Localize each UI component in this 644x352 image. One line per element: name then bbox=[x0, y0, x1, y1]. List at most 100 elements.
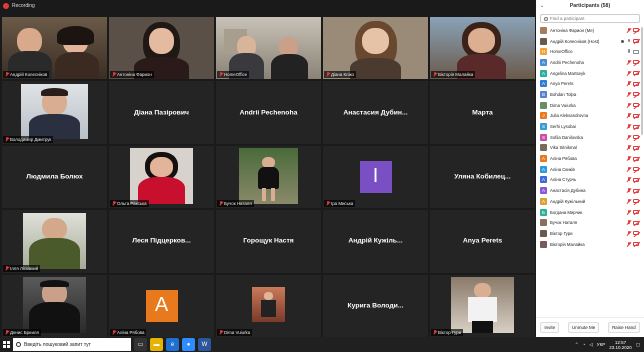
participant-row[interactable]: Андрій Колесніков (Host) bbox=[536, 36, 640, 47]
participant-avatar bbox=[540, 229, 547, 237]
participant-tile[interactable]: Вікторія Малайка bbox=[430, 17, 535, 80]
participant-row[interactable]: А Аліна Рябова bbox=[536, 153, 640, 164]
microphone-muted-icon bbox=[626, 198, 631, 204]
participant-row[interactable]: S Sofiia Danilovska bbox=[536, 132, 640, 143]
notifications-icon[interactable]: ▢ bbox=[636, 342, 640, 348]
microphone-muted-icon bbox=[626, 91, 631, 97]
raise-hand-button[interactable]: Raise Hand bbox=[608, 322, 640, 333]
mic-muted-icon bbox=[326, 201, 330, 206]
participant-row[interactable]: A Andrii Pechenoha bbox=[536, 57, 640, 68]
participant-row[interactable]: A Anya Perets bbox=[536, 78, 640, 89]
language-indicator[interactable]: УКР bbox=[597, 342, 605, 347]
participant-video bbox=[2, 81, 107, 143]
participant-row[interactable]: А Аліна Скиків bbox=[536, 164, 640, 175]
participant-tile[interactable]: Курига Володи... bbox=[323, 274, 428, 337]
participant-tile[interactable]: Dima Vuiurka bbox=[216, 274, 321, 337]
clock[interactable]: 12:57 23.10.2020 bbox=[609, 340, 632, 350]
participant-tile[interactable]: Денис Бреиля bbox=[2, 274, 107, 337]
participant-name: Андрій Колесніков bbox=[10, 72, 48, 78]
participant-row[interactable]: A Angelina Martseyk bbox=[536, 68, 640, 79]
participant-row[interactable]: А Андрій Кужільний bbox=[536, 196, 640, 207]
participant-row[interactable]: А Аліна Стурчь bbox=[536, 175, 640, 186]
participant-row[interactable]: Б Богдана Мирчик bbox=[536, 207, 640, 218]
participant-row[interactable]: H HomeOffice bbox=[536, 46, 640, 57]
participant-tile[interactable]: Діана Кліко bbox=[323, 17, 428, 80]
participant-row[interactable]: Бучок Наталя bbox=[536, 217, 640, 228]
participant-name-label: Вікторія Малайка bbox=[431, 71, 476, 79]
participant-tile[interactable]: Андрій Кужіль... bbox=[323, 210, 428, 273]
participant-tile[interactable]: Антоніна Фарион bbox=[109, 17, 214, 80]
participant-row[interactable]: S Serhi Lysobai bbox=[536, 121, 640, 132]
start-button[interactable] bbox=[0, 337, 12, 352]
participant-tile[interactable]: Володимир Дмитрук bbox=[2, 81, 107, 144]
participant-tile[interactable]: Діана Пазірович bbox=[109, 81, 214, 144]
participant-row[interactable]: B Bohdan Tolpa bbox=[536, 89, 640, 100]
participant-tile[interactable]: Леся Підцерков... bbox=[109, 210, 214, 273]
participant-tile[interactable]: HomeOffice bbox=[216, 17, 321, 80]
file-explorer-icon[interactable]: ▬ bbox=[150, 338, 163, 351]
word-app-icon[interactable]: W bbox=[198, 338, 211, 351]
participant-tile[interactable]: Бучок Наталя bbox=[216, 145, 321, 209]
participant-tile[interactable]: Людмила Болюх bbox=[2, 145, 107, 209]
participant-row[interactable]: Vika Sitnikmal bbox=[536, 143, 640, 154]
participant-search-input[interactable] bbox=[550, 16, 630, 21]
participant-tile[interactable]: Andrii Pechenoha bbox=[216, 81, 321, 144]
participant-list-scrollbar[interactable] bbox=[641, 27, 643, 135]
camera-off-icon bbox=[633, 60, 639, 65]
participant-tile[interactable]: Анастасия Дубин... bbox=[323, 81, 428, 144]
participant-status-icons bbox=[626, 156, 639, 161]
camera-off-icon bbox=[633, 145, 639, 150]
participant-search[interactable] bbox=[540, 14, 640, 23]
participant-status-icons bbox=[626, 27, 639, 33]
participant-name: Angelina Martseyk bbox=[550, 70, 586, 76]
participant-status-icons bbox=[626, 198, 639, 204]
participant-name-center: Андрій Кужіль... bbox=[348, 237, 403, 245]
wifi-icon[interactable]: ◔ bbox=[583, 342, 586, 347]
participant-list[interactable]: Антоніна Фарион (Me) Андрій Колесніков (H… bbox=[536, 25, 640, 317]
windows-taskbar: Введіть пошуковий запит тут ▭ ▬ e ● W ⌃ … bbox=[0, 337, 644, 352]
participant-tile[interactable]: A Аліна Рябова bbox=[109, 274, 214, 337]
edge-browser-icon[interactable]: e bbox=[166, 338, 179, 351]
participant-tile[interactable]: Anya Perets bbox=[430, 210, 535, 273]
participant-status-icons bbox=[621, 38, 639, 44]
participant-row[interactable]: J Julia Aleksandrovna bbox=[536, 111, 640, 122]
participant-name-label: Антоніна Фарион bbox=[110, 71, 154, 79]
collapse-panel-icon[interactable]: ⌄ bbox=[540, 3, 544, 9]
chevron-up-icon[interactable]: ⌃ bbox=[575, 342, 579, 348]
camera-off-icon bbox=[633, 124, 639, 129]
participant-name: Bohdan Tolpa bbox=[550, 91, 577, 97]
unmute-me-button[interactable]: Unmute Me bbox=[567, 322, 600, 333]
participant-name: Аліна Скиків bbox=[550, 166, 575, 172]
camera-off-icon bbox=[633, 242, 639, 247]
participant-name-label: Андрій Колесніков bbox=[3, 71, 50, 79]
participant-row[interactable]: А Анастасія Дубина bbox=[536, 185, 640, 196]
participant-avatar: A bbox=[145, 289, 178, 322]
task-view-icon[interactable]: ▭ bbox=[134, 338, 147, 351]
participant-tile[interactable]: Уляна Кобилец... bbox=[430, 145, 535, 209]
volume-icon[interactable]: ◁ bbox=[589, 342, 592, 348]
invite-button[interactable]: Invite bbox=[540, 322, 560, 333]
recording-indicator[interactable]: Recording bbox=[3, 3, 35, 9]
more-options-icon[interactable] bbox=[621, 39, 624, 43]
participant-tile[interactable]: Ілля Лісківкий bbox=[2, 210, 107, 273]
participant-tile[interactable]: Віктор Гури bbox=[430, 274, 535, 337]
participant-tile[interactable]: Ольга Ракська bbox=[109, 145, 214, 209]
participant-status-icons bbox=[626, 241, 639, 247]
camera-off-icon bbox=[633, 156, 639, 161]
participant-row[interactable]: Антоніна Фарион (Me) bbox=[536, 25, 640, 36]
participant-name: Vika Sitnikmal bbox=[550, 145, 577, 151]
participant-row[interactable]: Dima Vuiurka bbox=[536, 100, 640, 111]
participant-video bbox=[2, 17, 107, 80]
participant-tile[interactable]: Марта bbox=[430, 81, 535, 144]
participant-tile[interactable]: Андрій Колесніков bbox=[2, 17, 107, 80]
windows-logo-icon bbox=[2, 341, 10, 348]
participant-row[interactable]: Вікторія Малайка bbox=[536, 239, 640, 250]
participant-row[interactable]: Віктор Гури bbox=[536, 228, 640, 239]
taskbar-search-box[interactable]: Введіть пошуковий запит тут bbox=[13, 338, 131, 351]
participant-tile[interactable]: I Іра Миська bbox=[323, 145, 428, 209]
participant-video bbox=[2, 210, 107, 272]
participant-video bbox=[430, 275, 535, 337]
participant-tile[interactable]: Горощук Настя bbox=[216, 210, 321, 273]
participant-name-label: Ольга Ракська bbox=[110, 200, 149, 208]
zoom-app-icon[interactable]: ● bbox=[182, 338, 195, 351]
